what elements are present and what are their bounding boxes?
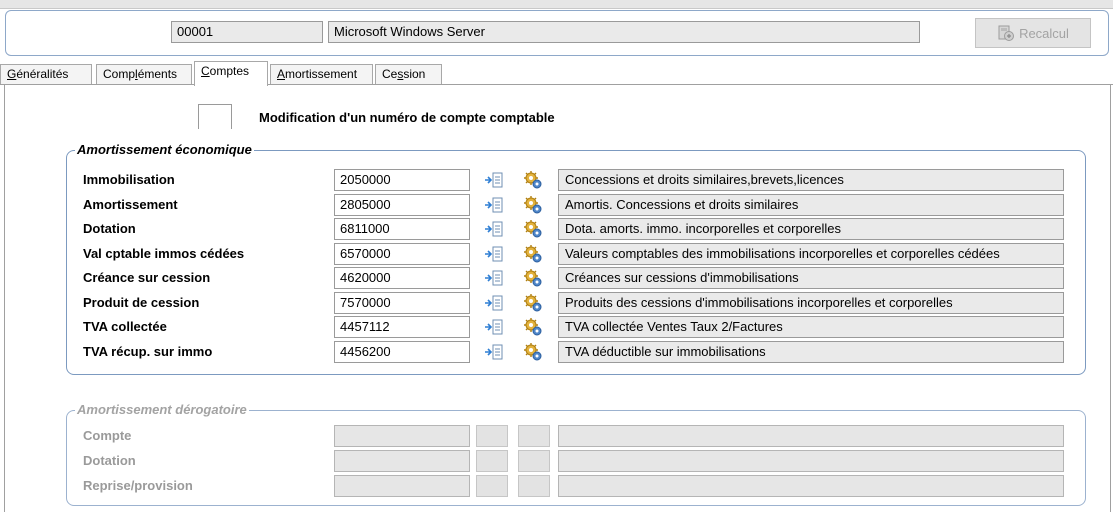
derog-description-field	[558, 425, 1064, 447]
gear-settings-icon	[524, 318, 542, 336]
derog-settings-button[interactable]	[518, 475, 550, 497]
modification-label: Modification d'un numéro de compte compt…	[259, 110, 555, 125]
account-row-label: Produit de cession	[83, 295, 200, 310]
account-description-field: TVA collectée Ventes Taux 2/Factures	[558, 316, 1064, 338]
list-lookup-icon	[485, 197, 503, 213]
account-description-field: Produits des cessions d'immobilisations …	[558, 292, 1064, 314]
recalcul-button[interactable]: Recalcul	[975, 18, 1091, 48]
derog-lookup-button[interactable]	[476, 450, 508, 472]
lookup-button[interactable]	[484, 220, 504, 238]
asset-name-field[interactable]: Microsoft Windows Server	[328, 21, 920, 43]
account-description-field: Valeurs comptables des immobilisations i…	[558, 243, 1064, 265]
tab-cession[interactable]: Cession	[375, 64, 442, 84]
account-description-field: Concessions et droits similaires,brevets…	[558, 169, 1064, 191]
account-settings-button[interactable]	[522, 342, 544, 362]
lookup-button[interactable]	[484, 294, 504, 312]
gear-settings-icon	[524, 171, 542, 189]
window-top-strip	[0, 0, 1113, 9]
account-number-input[interactable]: 6570000	[334, 243, 470, 265]
gear-settings-icon	[524, 220, 542, 238]
list-lookup-icon	[485, 295, 503, 311]
account-settings-button[interactable]	[522, 317, 544, 337]
account-row-label: Amortissement	[83, 197, 178, 212]
recalcul-label: Recalcul	[1019, 25, 1069, 41]
list-lookup-icon	[485, 246, 503, 262]
derog-settings-button[interactable]	[518, 450, 550, 472]
derog-lookup-button[interactable]	[476, 425, 508, 447]
account-number-input[interactable]: 7570000	[334, 292, 470, 314]
gear-settings-icon	[524, 196, 542, 214]
derog-description-field	[558, 475, 1064, 497]
calculator-icon	[998, 25, 1015, 41]
list-lookup-icon	[485, 221, 503, 237]
tab-amortissement[interactable]: Amortissement	[270, 64, 373, 84]
account-number-input[interactable]: 4456200	[334, 341, 470, 363]
gear-settings-icon	[524, 294, 542, 312]
account-description-field: Créances sur cessions d'immobilisations	[558, 267, 1064, 289]
derog-account-input[interactable]	[334, 475, 470, 497]
account-row-label: TVA récup. sur immo	[83, 344, 213, 359]
account-number-input[interactable]: 4620000	[334, 267, 470, 289]
tab-complements[interactable]: Compléments	[96, 64, 192, 84]
derog-row-label: Reprise/provision	[83, 478, 193, 493]
account-description-field: TVA déductible sur immobilisations	[558, 341, 1064, 363]
derog-description-field	[558, 450, 1064, 472]
account-settings-button[interactable]	[522, 244, 544, 264]
group-legend-derogatoire: Amortissement dérogatoire	[75, 402, 249, 417]
list-lookup-icon	[485, 344, 503, 360]
account-row-label: Créance sur cession	[83, 270, 211, 285]
account-row-label: Val cptable immos cédées	[83, 246, 245, 261]
derog-lookup-button[interactable]	[476, 475, 508, 497]
list-lookup-icon	[485, 172, 503, 188]
account-settings-button[interactable]	[522, 170, 544, 190]
derog-account-input[interactable]	[334, 450, 470, 472]
derog-account-input[interactable]	[334, 425, 470, 447]
derog-settings-button[interactable]	[518, 425, 550, 447]
group-legend-economique: Amortissement économique	[75, 142, 254, 157]
account-settings-button[interactable]	[522, 219, 544, 239]
gear-settings-icon	[524, 343, 542, 361]
account-row-label: Dotation	[83, 221, 136, 236]
list-lookup-icon	[485, 270, 503, 286]
account-settings-button[interactable]	[522, 293, 544, 313]
lookup-button[interactable]	[484, 318, 504, 336]
header-panel: 00001 Microsoft Windows Server Recalcul	[5, 10, 1109, 56]
account-settings-button[interactable]	[522, 268, 544, 288]
account-row-label: TVA collectée	[83, 319, 167, 334]
lookup-button[interactable]	[484, 171, 504, 189]
account-description-field: Amortis. Concessions et droits similaire…	[558, 194, 1064, 216]
lookup-button[interactable]	[484, 269, 504, 287]
account-settings-button[interactable]	[522, 195, 544, 215]
gear-settings-icon	[524, 269, 542, 287]
account-description-field: Dota. amorts. immo. incorporelles et cor…	[558, 218, 1064, 240]
lookup-button[interactable]	[484, 245, 504, 263]
derog-row-label: Dotation	[83, 453, 136, 468]
asset-code-field[interactable]: 00001	[171, 21, 323, 43]
tab-generalites[interactable]: Généralités	[0, 64, 92, 84]
account-number-input[interactable]: 4457112	[334, 316, 470, 338]
account-row-label: Immobilisation	[83, 172, 175, 187]
derog-row-label: Compte	[83, 428, 132, 443]
tab-comptes[interactable]: Comptes	[194, 61, 268, 86]
modification-checkbox[interactable]	[198, 104, 232, 129]
gear-settings-icon	[524, 245, 542, 263]
lookup-button[interactable]	[484, 196, 504, 214]
lookup-button[interactable]	[484, 343, 504, 361]
account-number-input[interactable]: 2050000	[334, 169, 470, 191]
tab-bar: Généralités Compléments Comptes Amortiss…	[0, 61, 1113, 86]
list-lookup-icon	[485, 319, 503, 335]
account-number-input[interactable]: 6811000	[334, 218, 470, 240]
account-number-input[interactable]: 2805000	[334, 194, 470, 216]
